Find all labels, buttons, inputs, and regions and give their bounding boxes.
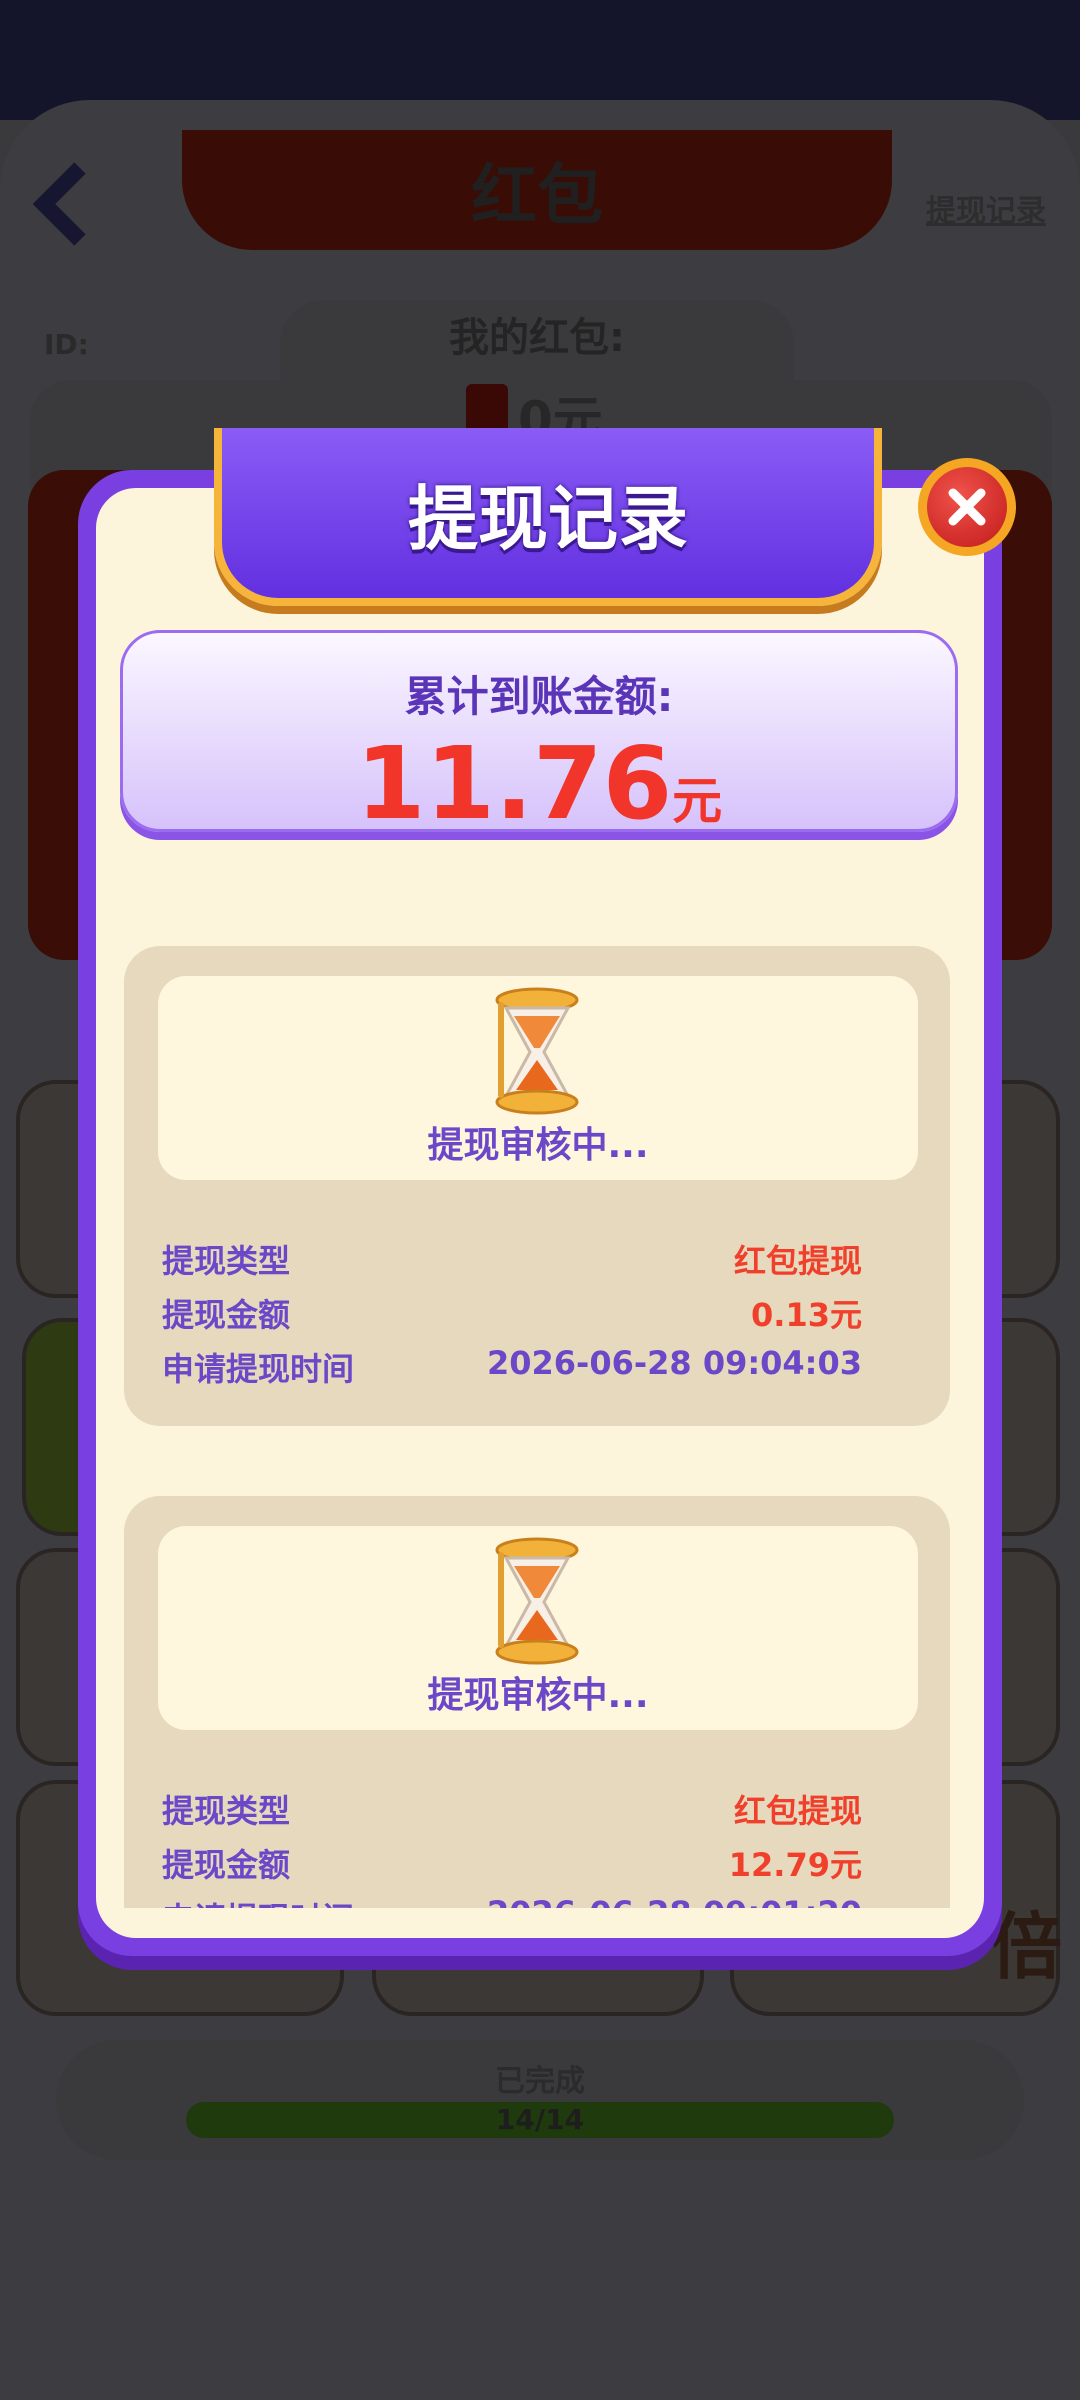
withdraw-record-link[interactable]: 提现记录 (926, 186, 1046, 230)
total-received-amount: 11.76元 (123, 725, 955, 842)
progress-label: 已完成 (495, 2064, 585, 2099)
red-packet-icon (466, 384, 508, 434)
record-amount-value: 12.79元 (728, 1846, 862, 1884)
modal-title-banner: 提现记录 (214, 428, 882, 606)
record-type-value: 红包提现 (733, 1792, 862, 1830)
total-received-value: 11.76 (355, 725, 673, 842)
modal-body: 累计到账金额: 11.76元 提现审核中... 提现类型 红包提现 提现金额 0… (96, 488, 984, 1938)
record-time-row: 申请提现时间 2026-06-28 09:04:03 (162, 1344, 862, 1388)
progress-bar: 14/14 (186, 2102, 894, 2138)
back-arrow-icon[interactable] (30, 160, 100, 250)
record-status: 提现审核中... (427, 1125, 649, 1166)
record-status: 提现审核中... (427, 1675, 649, 1716)
record-status-box: 提现审核中... (158, 1526, 918, 1730)
record-time-label: 申请提现时间 (162, 1894, 354, 1908)
close-x-glyph (948, 488, 986, 526)
withdraw-record-modal: 累计到账金额: 11.76元 提现审核中... 提现类型 红包提现 提现金额 0… (78, 470, 1002, 1956)
hourglass-icon (495, 1537, 579, 1665)
record-type-row: 提现类型 红包提现 (162, 1786, 862, 1830)
record-time-value: 2026-06-28 09:04:03 (486, 1344, 862, 1382)
record-status-box: 提现审核中... (158, 976, 918, 1180)
withdraw-record-item: 提现审核中... 提现类型 红包提现 提现金额 0.13元 申请提现时间 202… (124, 946, 950, 1426)
record-amount-row: 提现金额 0.13元 (162, 1290, 862, 1334)
record-time-row: 申请提现时间 2026-06-28 09:01:20 (162, 1894, 862, 1908)
record-amount-label: 提现金额 (162, 1846, 291, 1884)
record-amount-value: 0.13元 (751, 1296, 862, 1334)
total-received-unit: 元 (672, 772, 723, 830)
close-icon[interactable] (927, 467, 1007, 547)
record-type-label: 提现类型 (162, 1792, 291, 1830)
total-received-card: 累计到账金额: 11.76元 (120, 630, 958, 842)
record-type-label: 提现类型 (162, 1242, 291, 1280)
withdraw-record-item: 提现审核中... 提现类型 红包提现 提现金额 12.79元 申请提现时间 20… (124, 1496, 950, 1908)
records-scroll-area[interactable]: 累计到账金额: 11.76元 提现审核中... 提现类型 红包提现 提现金额 0… (96, 488, 984, 1908)
hourglass-icon (495, 987, 579, 1115)
page-title: 红包 (182, 130, 892, 250)
close-button[interactable] (918, 458, 1016, 556)
record-time-value: 2026-06-28 09:01:20 (487, 1894, 862, 1908)
user-id-label: ID: (44, 328, 89, 361)
modal-title: 提现记录 (408, 477, 688, 560)
record-time-label: 申请提现时间 (162, 1350, 355, 1388)
record-amount-label: 提现金额 (162, 1296, 291, 1334)
record-type-row: 提现类型 红包提现 (162, 1236, 862, 1280)
record-type-value: 红包提现 (733, 1242, 862, 1280)
total-received-label: 累计到账金额: (404, 672, 674, 721)
record-amount-row: 提现金额 12.79元 (162, 1840, 862, 1884)
